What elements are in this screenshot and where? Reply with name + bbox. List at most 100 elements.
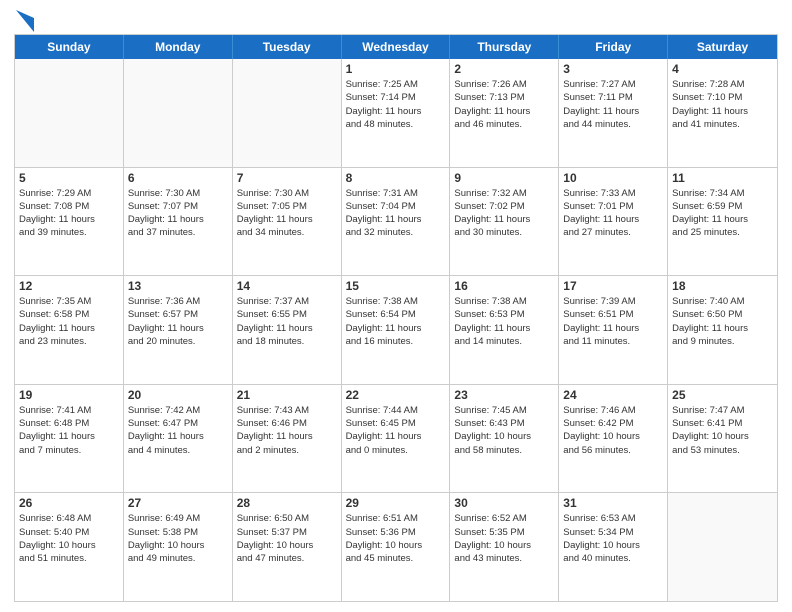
day-number: 11 [672, 171, 773, 185]
empty-cell [233, 59, 342, 167]
day-number: 22 [346, 388, 446, 402]
day-info: Sunrise: 7:35 AM Sunset: 6:58 PM Dayligh… [19, 295, 119, 348]
day-info: Sunrise: 7:25 AM Sunset: 7:14 PM Dayligh… [346, 78, 446, 131]
day-cell-6: 6 Sunrise: 7:30 AM Sunset: 7:07 PM Daylig… [124, 168, 233, 276]
day-cell-9: 9Sunrise: 7:32 AM Sunset: 7:02 PM Daylig… [450, 168, 559, 276]
day-number: 1 [346, 62, 446, 76]
page: SundayMondayTuesdayWednesdayThursdayFrid… [0, 0, 792, 612]
day-cell-18: 18 Sunrise: 7:40 AM Sunset: 6:50 PM Dayli… [668, 276, 777, 384]
day-header-wednesday: Wednesday [342, 35, 451, 59]
calendar-week-2: 12 Sunrise: 7:35 AM Sunset: 6:58 PM Dayli… [15, 276, 777, 385]
day-cell-21: 21 Sunrise: 7:43 AM Sunset: 6:46 PM Dayli… [233, 385, 342, 493]
day-cell-5: 5 Sunrise: 7:29 AM Sunset: 7:08 PM Daylig… [15, 168, 124, 276]
day-number: 14 [237, 279, 337, 293]
day-cell-14: 14 Sunrise: 7:37 AM Sunset: 6:55 PM Dayli… [233, 276, 342, 384]
day-info: Sunrise: 7:40 AM Sunset: 6:50 PM Dayligh… [672, 295, 773, 348]
day-info: Sunrise: 7:39 AM Sunset: 6:51 PM Dayligh… [563, 295, 663, 348]
day-cell-8: 8 Sunrise: 7:31 AM Sunset: 7:04 PM Daylig… [342, 168, 451, 276]
day-cell-15: 15 Sunrise: 7:38 AM Sunset: 6:54 PM Dayli… [342, 276, 451, 384]
day-cell-2: 2Sunrise: 7:26 AM Sunset: 7:13 PM Daylig… [450, 59, 559, 167]
day-info: Sunrise: 7:37 AM Sunset: 6:55 PM Dayligh… [237, 295, 337, 348]
empty-cell [124, 59, 233, 167]
day-cell-16: 16 Sunrise: 7:38 AM Sunset: 6:53 PM Dayli… [450, 276, 559, 384]
day-number: 3 [563, 62, 663, 76]
day-info: Sunrise: 7:45 AM Sunset: 6:43 PM Dayligh… [454, 404, 554, 457]
day-cell-28: 28Sunrise: 6:50 AM Sunset: 5:37 PM Dayli… [233, 493, 342, 601]
day-cell-3: 3Sunrise: 7:27 AM Sunset: 7:11 PM Daylig… [559, 59, 668, 167]
day-info: Sunrise: 7:31 AM Sunset: 7:04 PM Dayligh… [346, 187, 446, 240]
day-number: 4 [672, 62, 773, 76]
day-info: Sunrise: 7:36 AM Sunset: 6:57 PM Dayligh… [128, 295, 228, 348]
day-info: Sunrise: 7:33 AM Sunset: 7:01 PM Dayligh… [563, 187, 663, 240]
day-info: Sunrise: 7:29 AM Sunset: 7:08 PM Dayligh… [19, 187, 119, 240]
day-number: 30 [454, 496, 554, 510]
day-cell-7: 7 Sunrise: 7:30 AM Sunset: 7:05 PM Daylig… [233, 168, 342, 276]
day-number: 5 [19, 171, 119, 185]
calendar-week-3: 19 Sunrise: 7:41 AM Sunset: 6:48 PM Dayli… [15, 385, 777, 494]
day-info: Sunrise: 7:42 AM Sunset: 6:47 PM Dayligh… [128, 404, 228, 457]
day-number: 21 [237, 388, 337, 402]
day-info: Sunrise: 6:48 AM Sunset: 5:40 PM Dayligh… [19, 512, 119, 565]
day-number: 31 [563, 496, 663, 510]
day-cell-30: 30 Sunrise: 6:52 AM Sunset: 5:35 PM Dayli… [450, 493, 559, 601]
day-info: Sunrise: 7:34 AM Sunset: 6:59 PM Dayligh… [672, 187, 773, 240]
calendar-body: 1 Sunrise: 7:25 AM Sunset: 7:14 PM Daylig… [15, 59, 777, 601]
empty-cell [15, 59, 124, 167]
day-info: Sunrise: 7:38 AM Sunset: 6:53 PM Dayligh… [454, 295, 554, 348]
day-number: 18 [672, 279, 773, 293]
day-number: 27 [128, 496, 228, 510]
day-info: Sunrise: 7:28 AM Sunset: 7:10 PM Dayligh… [672, 78, 773, 131]
header [14, 10, 778, 28]
calendar-week-1: 5 Sunrise: 7:29 AM Sunset: 7:08 PM Daylig… [15, 168, 777, 277]
logo-icon [16, 10, 34, 32]
day-number: 20 [128, 388, 228, 402]
day-info: Sunrise: 7:41 AM Sunset: 6:48 PM Dayligh… [19, 404, 119, 457]
day-header-saturday: Saturday [668, 35, 777, 59]
day-number: 16 [454, 279, 554, 293]
day-cell-25: 25 Sunrise: 7:47 AM Sunset: 6:41 PM Dayli… [668, 385, 777, 493]
day-cell-24: 24 Sunrise: 7:46 AM Sunset: 6:42 PM Dayli… [559, 385, 668, 493]
day-number: 15 [346, 279, 446, 293]
day-cell-26: 26 Sunrise: 6:48 AM Sunset: 5:40 PM Dayli… [15, 493, 124, 601]
day-header-monday: Monday [124, 35, 233, 59]
day-info: Sunrise: 7:32 AM Sunset: 7:02 PM Dayligh… [454, 187, 554, 240]
day-number: 12 [19, 279, 119, 293]
day-info: Sunrise: 7:47 AM Sunset: 6:41 PM Dayligh… [672, 404, 773, 457]
day-number: 6 [128, 171, 228, 185]
day-number: 10 [563, 171, 663, 185]
day-info: Sunrise: 7:30 AM Sunset: 7:05 PM Dayligh… [237, 187, 337, 240]
day-info: Sunrise: 7:43 AM Sunset: 6:46 PM Dayligh… [237, 404, 337, 457]
day-info: Sunrise: 7:44 AM Sunset: 6:45 PM Dayligh… [346, 404, 446, 457]
day-info: Sunrise: 7:46 AM Sunset: 6:42 PM Dayligh… [563, 404, 663, 457]
day-info: Sunrise: 6:50 AM Sunset: 5:37 PM Dayligh… [237, 512, 337, 565]
day-info: Sunrise: 7:26 AM Sunset: 7:13 PM Dayligh… [454, 78, 554, 131]
day-cell-22: 22 Sunrise: 7:44 AM Sunset: 6:45 PM Dayli… [342, 385, 451, 493]
day-cell-13: 13Sunrise: 7:36 AM Sunset: 6:57 PM Dayli… [124, 276, 233, 384]
day-number: 23 [454, 388, 554, 402]
day-cell-1: 1 Sunrise: 7:25 AM Sunset: 7:14 PM Daylig… [342, 59, 451, 167]
day-cell-4: 4 Sunrise: 7:28 AM Sunset: 7:10 PM Daylig… [668, 59, 777, 167]
day-number: 8 [346, 171, 446, 185]
day-header-sunday: Sunday [15, 35, 124, 59]
day-header-thursday: Thursday [450, 35, 559, 59]
day-cell-27: 27Sunrise: 6:49 AM Sunset: 5:38 PM Dayli… [124, 493, 233, 601]
day-info: Sunrise: 7:38 AM Sunset: 6:54 PM Dayligh… [346, 295, 446, 348]
day-info: Sunrise: 7:30 AM Sunset: 7:07 PM Dayligh… [128, 187, 228, 240]
day-number: 24 [563, 388, 663, 402]
day-number: 29 [346, 496, 446, 510]
day-number: 26 [19, 496, 119, 510]
day-number: 17 [563, 279, 663, 293]
day-cell-29: 29Sunrise: 6:51 AM Sunset: 5:36 PM Dayli… [342, 493, 451, 601]
day-number: 25 [672, 388, 773, 402]
day-cell-20: 20 Sunrise: 7:42 AM Sunset: 6:47 PM Dayli… [124, 385, 233, 493]
calendar-week-4: 26 Sunrise: 6:48 AM Sunset: 5:40 PM Dayli… [15, 493, 777, 601]
day-info: Sunrise: 6:52 AM Sunset: 5:35 PM Dayligh… [454, 512, 554, 565]
day-number: 19 [19, 388, 119, 402]
day-header-friday: Friday [559, 35, 668, 59]
calendar: SundayMondayTuesdayWednesdayThursdayFrid… [14, 34, 778, 602]
calendar-week-0: 1 Sunrise: 7:25 AM Sunset: 7:14 PM Daylig… [15, 59, 777, 168]
day-cell-17: 17 Sunrise: 7:39 AM Sunset: 6:51 PM Dayli… [559, 276, 668, 384]
day-number: 7 [237, 171, 337, 185]
logo [14, 10, 34, 28]
day-cell-11: 11 Sunrise: 7:34 AM Sunset: 6:59 PM Dayli… [668, 168, 777, 276]
